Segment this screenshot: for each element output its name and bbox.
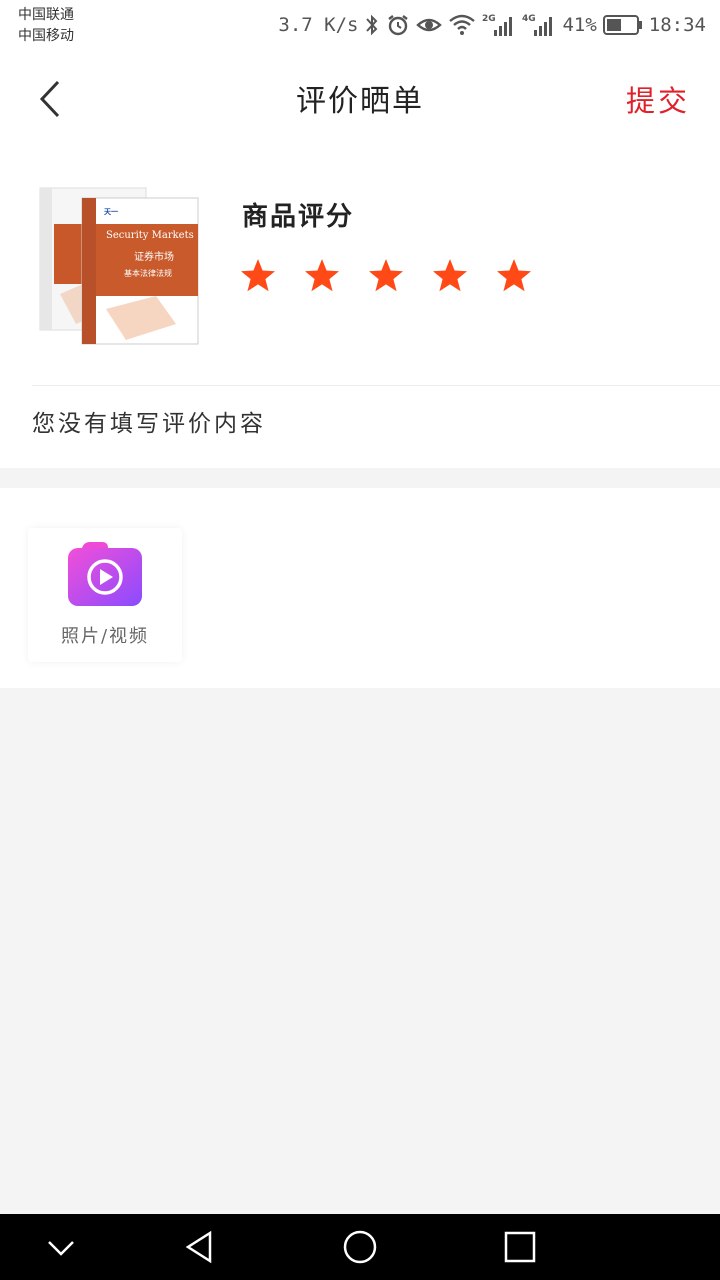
star-icon[interactable]: [240, 258, 276, 294]
battery-percent: 41%: [562, 14, 597, 36]
eye-icon: [416, 18, 443, 32]
clock: 18:34: [648, 14, 706, 36]
upload-label: 照片/视频: [60, 626, 150, 647]
back-triangle-icon[interactable]: [182, 1230, 216, 1264]
book-english-title: Security Markets: [106, 230, 194, 241]
add-photo-video-button[interactable]: 照片/视频: [28, 528, 182, 662]
carrier-2: 中国移动: [18, 28, 74, 44]
star-rating[interactable]: [240, 258, 532, 294]
star-icon[interactable]: [304, 258, 340, 294]
svg-text:4G: 4G: [522, 14, 536, 24]
battery-icon: [602, 15, 642, 35]
book-brand: 天一: [104, 208, 118, 216]
carrier-1: 中国联通: [18, 7, 74, 23]
recents-square-icon[interactable]: [503, 1230, 537, 1264]
review-text[interactable]: 您没有填写评价内容: [32, 404, 266, 438]
camera-video-icon: [68, 542, 142, 606]
rating-label: 商品评分: [242, 202, 355, 232]
divider: [32, 385, 720, 386]
signal-2g-icon: 2G: [482, 14, 513, 36]
book-chinese-title: 证券市场: [134, 250, 174, 263]
alarm-icon: [388, 15, 409, 36]
book-chinese-subtitle: 基本法律法规: [124, 268, 172, 278]
star-icon[interactable]: [432, 258, 468, 294]
bluetooth-icon: [366, 14, 378, 36]
product-rating-card: 天一 Security Markets 证券市场 基本法律法规 商品评分 您没有…: [0, 146, 720, 468]
net-speed: 3.7 K/s: [278, 14, 359, 36]
carrier-info: 中国联通 中国移动: [18, 5, 74, 47]
signal-4g-icon: 4G: [522, 14, 553, 36]
star-icon[interactable]: [496, 258, 532, 294]
book-cover-image: 天一 Security Markets 证券市场 基本法律法规: [39, 187, 199, 345]
collapse-icon[interactable]: [44, 1230, 78, 1264]
home-circle-icon[interactable]: [342, 1230, 378, 1266]
status-icons: 3.7 K/s 2G 4G 41% 18:34: [278, 10, 706, 40]
svg-text:2G: 2G: [482, 14, 496, 24]
status-bar: 中国联通 中国移动 3.7 K/s 2G 4G 41% 18:34: [0, 0, 720, 52]
media-upload-section: 照片/视频: [0, 488, 720, 688]
star-icon[interactable]: [368, 258, 404, 294]
page-title: 评价晒单: [296, 84, 424, 119]
system-nav-bar: [0, 1214, 720, 1280]
submit-button[interactable]: 提交: [626, 78, 690, 120]
top-navbar: 评价晒单 提交: [0, 52, 720, 146]
wifi-icon: [449, 14, 476, 35]
